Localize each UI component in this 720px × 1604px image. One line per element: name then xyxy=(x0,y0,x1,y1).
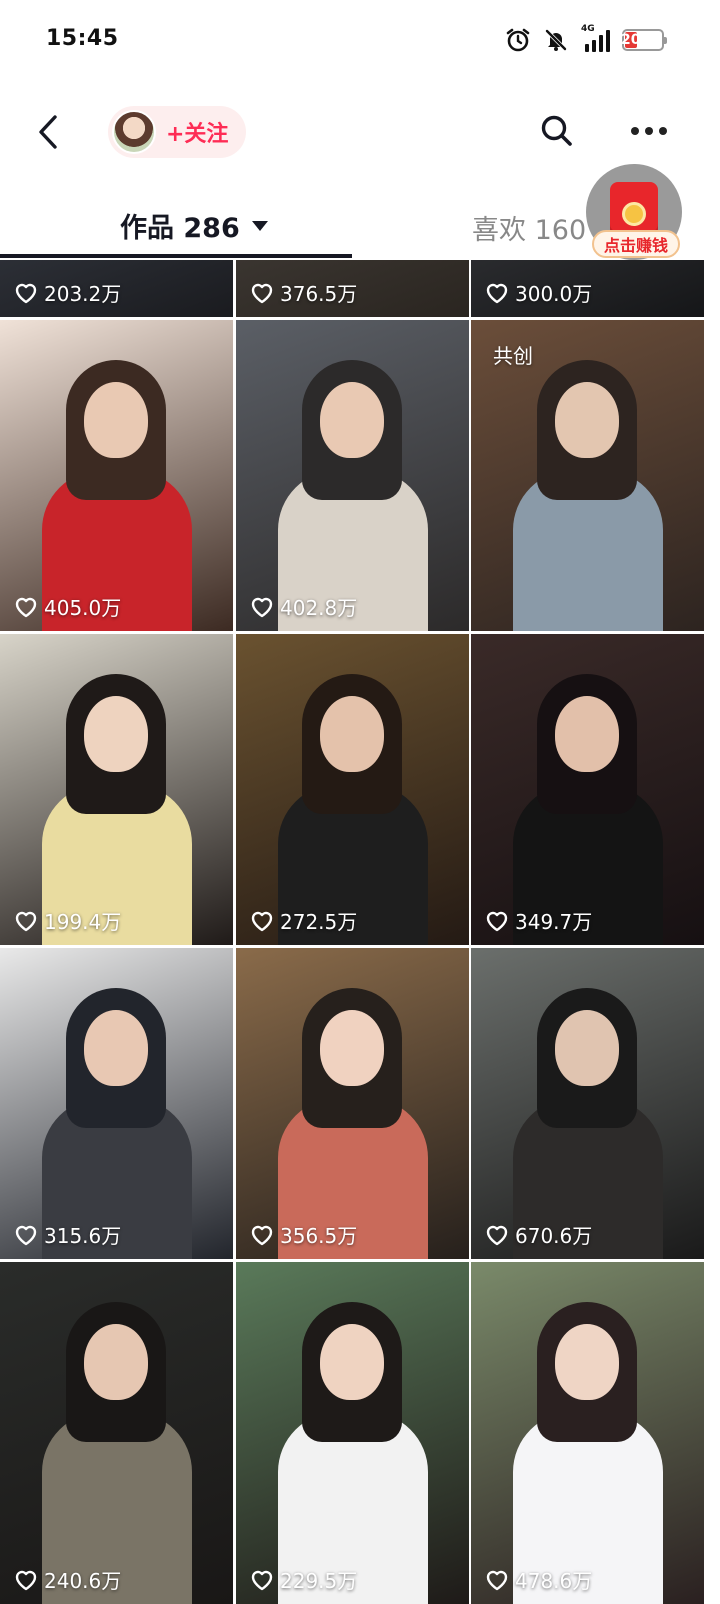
like-count-text: 670.6万 xyxy=(515,1224,593,1248)
heart-icon xyxy=(485,1224,509,1246)
heart-icon xyxy=(250,596,274,618)
video-thumbnail xyxy=(236,634,469,945)
like-count-text: 203.2万 xyxy=(44,282,122,306)
video-tile[interactable]: 300.0万 xyxy=(471,260,704,317)
avatar xyxy=(112,110,156,154)
heart-icon xyxy=(485,1569,509,1591)
video-thumbnail xyxy=(471,634,704,945)
like-count: 240.6万 xyxy=(14,1565,121,1594)
mute-bell-icon xyxy=(543,27,569,53)
chevron-left-icon xyxy=(39,115,57,149)
back-button[interactable] xyxy=(28,110,68,154)
tab-works-label: 作品 286 xyxy=(120,213,240,244)
like-count: 199.4万 xyxy=(14,906,121,935)
red-packet-promo[interactable]: 点击赚钱 xyxy=(586,164,682,260)
like-count-text: 349.7万 xyxy=(515,910,593,934)
video-tile[interactable]: 315.6万 xyxy=(0,948,233,1259)
video-thumbnail xyxy=(471,1262,704,1604)
video-thumbnail xyxy=(0,320,233,631)
video-tile[interactable]: 670.6万 xyxy=(471,948,704,1259)
heart-icon xyxy=(14,1569,38,1591)
like-count: 376.5万 xyxy=(250,278,357,307)
heart-icon xyxy=(485,282,509,304)
video-thumbnail xyxy=(0,948,233,1259)
video-tile[interactable]: 405.0万 xyxy=(0,320,233,631)
video-grid: 203.2万 376.5万 300.0万 405.0万 402.8万 共创 199.4万 27… xyxy=(0,260,705,1604)
follow-chip[interactable]: +关注 xyxy=(108,106,247,158)
like-count-text: 240.6万 xyxy=(44,1569,122,1593)
video-tile[interactable]: 203.2万 xyxy=(0,260,233,317)
like-count: 300.0万 xyxy=(485,278,592,307)
caret-down-icon xyxy=(251,220,268,231)
video-tile[interactable]: 272.5万 xyxy=(236,634,469,945)
like-count-text: 405.0万 xyxy=(44,596,122,620)
video-thumbnail xyxy=(236,1262,469,1604)
tab-indicator xyxy=(0,254,352,258)
heart-icon xyxy=(250,282,274,304)
heart-icon xyxy=(485,910,509,932)
like-count: 349.7万 xyxy=(485,906,592,935)
like-count-text: 272.5万 xyxy=(280,910,358,934)
like-count-text: 229.5万 xyxy=(280,1569,358,1593)
like-count: 478.6万 xyxy=(485,1565,592,1594)
like-count-text: 376.5万 xyxy=(280,282,358,306)
video-tile[interactable]: 229.5万 xyxy=(236,1262,469,1604)
like-count-text: 199.4万 xyxy=(44,910,122,934)
video-tile[interactable]: 199.4万 xyxy=(0,634,233,945)
like-count: 356.5万 xyxy=(250,1220,357,1249)
video-tile[interactable]: 356.5万 xyxy=(236,948,469,1259)
promo-label: 点击赚钱 xyxy=(592,230,680,258)
coin-icon xyxy=(622,202,646,226)
like-count: 229.5万 xyxy=(250,1565,357,1594)
search-button[interactable] xyxy=(536,110,578,152)
like-count: 402.8万 xyxy=(250,592,357,621)
video-tile[interactable]: 240.6万 xyxy=(0,1262,233,1604)
video-thumbnail xyxy=(236,948,469,1259)
battery-level: 20 xyxy=(621,32,641,48)
heart-icon xyxy=(250,910,274,932)
status-bar: 15:45 4G 20 xyxy=(0,0,720,80)
video-tile[interactable]: 349.7万 xyxy=(471,634,704,945)
heart-icon xyxy=(14,282,38,304)
like-count: 203.2万 xyxy=(14,278,121,307)
video-thumbnail xyxy=(0,1262,233,1604)
video-thumbnail xyxy=(471,948,704,1259)
like-count: 405.0万 xyxy=(14,592,121,621)
heart-icon xyxy=(14,1224,38,1246)
like-count-text: 300.0万 xyxy=(515,282,593,306)
like-count-text: 315.6万 xyxy=(44,1224,122,1248)
alarm-icon xyxy=(505,27,531,53)
like-count-text: 356.5万 xyxy=(280,1224,358,1248)
cocreate-badge: 共创 xyxy=(493,344,533,368)
profile-header-bar: +关注 xyxy=(0,96,720,168)
video-tile[interactable]: 402.8万 xyxy=(236,320,469,631)
search-icon xyxy=(541,115,572,146)
like-count: 272.5万 xyxy=(250,906,357,935)
video-thumbnail xyxy=(236,320,469,631)
video-tile[interactable]: 376.5万 xyxy=(236,260,469,317)
network-label: 4G xyxy=(581,24,595,34)
tab-likes[interactable]: 喜欢 160 xyxy=(472,208,586,247)
status-icons: 4G 20 xyxy=(505,24,667,54)
like-count-text: 478.6万 xyxy=(515,1569,593,1593)
like-count: 670.6万 xyxy=(485,1220,592,1249)
video-tile[interactable]: 478.6万 xyxy=(471,1262,704,1604)
video-thumbnail xyxy=(0,634,233,945)
like-count: 315.6万 xyxy=(14,1220,121,1249)
heart-icon xyxy=(14,910,38,932)
tab-works[interactable]: 作品 286 xyxy=(120,206,268,245)
heart-icon xyxy=(250,1569,274,1591)
video-tile[interactable]: 共创 xyxy=(471,320,704,631)
signal-4g-icon: 4G xyxy=(581,24,610,52)
heart-icon xyxy=(14,596,38,618)
battery-indicator: 20 xyxy=(621,29,667,51)
like-count-text: 402.8万 xyxy=(280,596,358,620)
heart-icon xyxy=(250,1224,274,1246)
status-time: 15:45 xyxy=(46,26,119,51)
follow-button[interactable]: +关注 xyxy=(166,116,228,148)
more-dots-icon xyxy=(631,127,639,135)
more-button[interactable] xyxy=(626,110,672,152)
